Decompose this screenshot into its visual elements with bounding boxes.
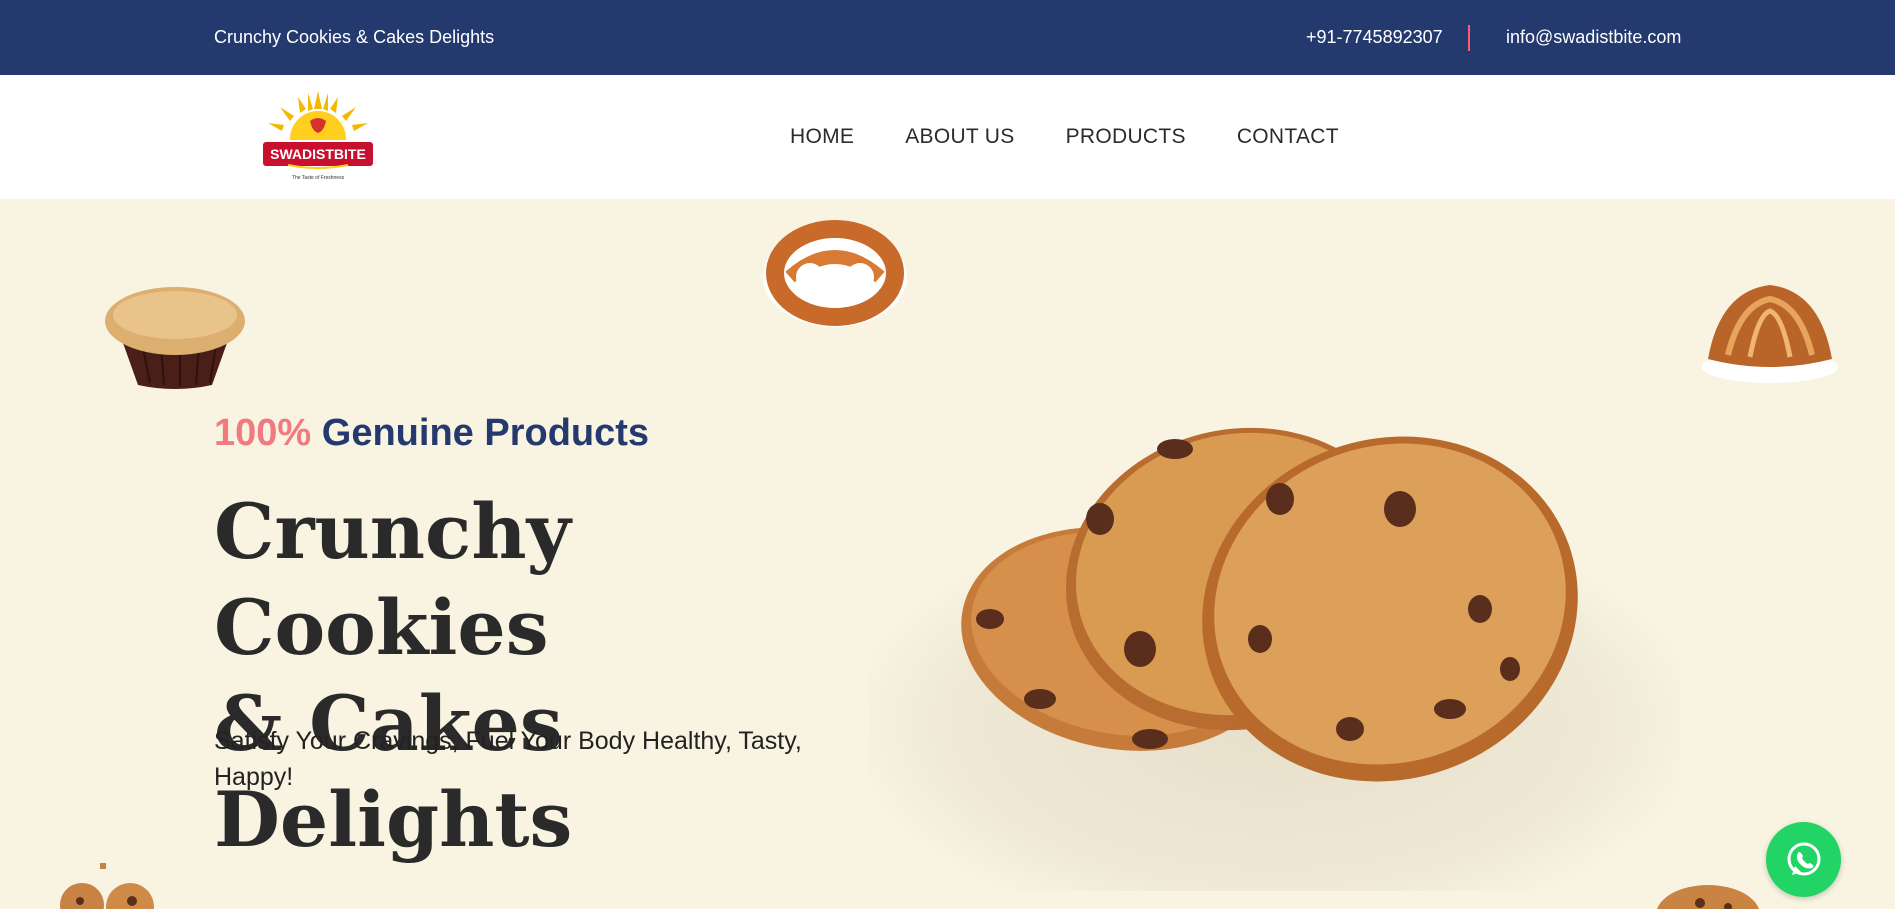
hero-section: 100% Genuine Products Crunchy Cookies & … <box>0 199 1895 909</box>
hero-subtitle: Satisfy Your Cravings, Fuel Your Body He… <box>214 727 802 791</box>
hero-highlight-text: Genuine Products <box>321 412 650 454</box>
cookie-crumbs-image <box>60 863 154 909</box>
muffin-image <box>105 287 245 389</box>
nav-contact[interactable]: CONTACT <box>1237 125 1339 149</box>
topbar-email[interactable]: info@swadistbite.com <box>1506 27 1681 48</box>
hero-title-line1: Crunchy Cookies <box>214 487 571 672</box>
croissant-image <box>1702 285 1838 383</box>
logo-text: SWADISTBITE <box>270 146 366 162</box>
logo-subtext: The Taste of Freshness <box>292 175 345 181</box>
hero-highlight-percent: 100% <box>214 412 312 454</box>
pretzel-image <box>763 220 907 327</box>
brand-logo[interactable]: SWADISTBITE The Taste of Freshness <box>258 91 378 183</box>
nav-home[interactable]: HOME <box>790 125 854 149</box>
whatsapp-icon <box>1787 842 1820 875</box>
main-navbar: SWADISTBITE The Taste of Freshness HOME … <box>0 75 1895 199</box>
topbar-phone[interactable]: +91-7745892307 <box>1306 27 1443 48</box>
topbar-divider <box>1468 25 1470 51</box>
main-nav: HOME ABOUT US PRODUCTS CONTACT <box>790 125 1390 149</box>
hero-title: Crunchy Cookies & Cakes Delights <box>214 484 854 868</box>
nav-about-us[interactable]: ABOUT US <box>905 125 1014 149</box>
top-bar: Crunchy Cookies & Cakes Delights +91-774… <box>0 0 1895 75</box>
hero-highlight: 100% Genuine Products <box>214 412 649 455</box>
cookies-image <box>961 427 1578 782</box>
nav-products[interactable]: PRODUCTS <box>1066 125 1186 149</box>
topbar-tagline: Crunchy Cookies & Cakes Delights <box>214 27 495 47</box>
whatsapp-button[interactable] <box>1766 822 1841 897</box>
